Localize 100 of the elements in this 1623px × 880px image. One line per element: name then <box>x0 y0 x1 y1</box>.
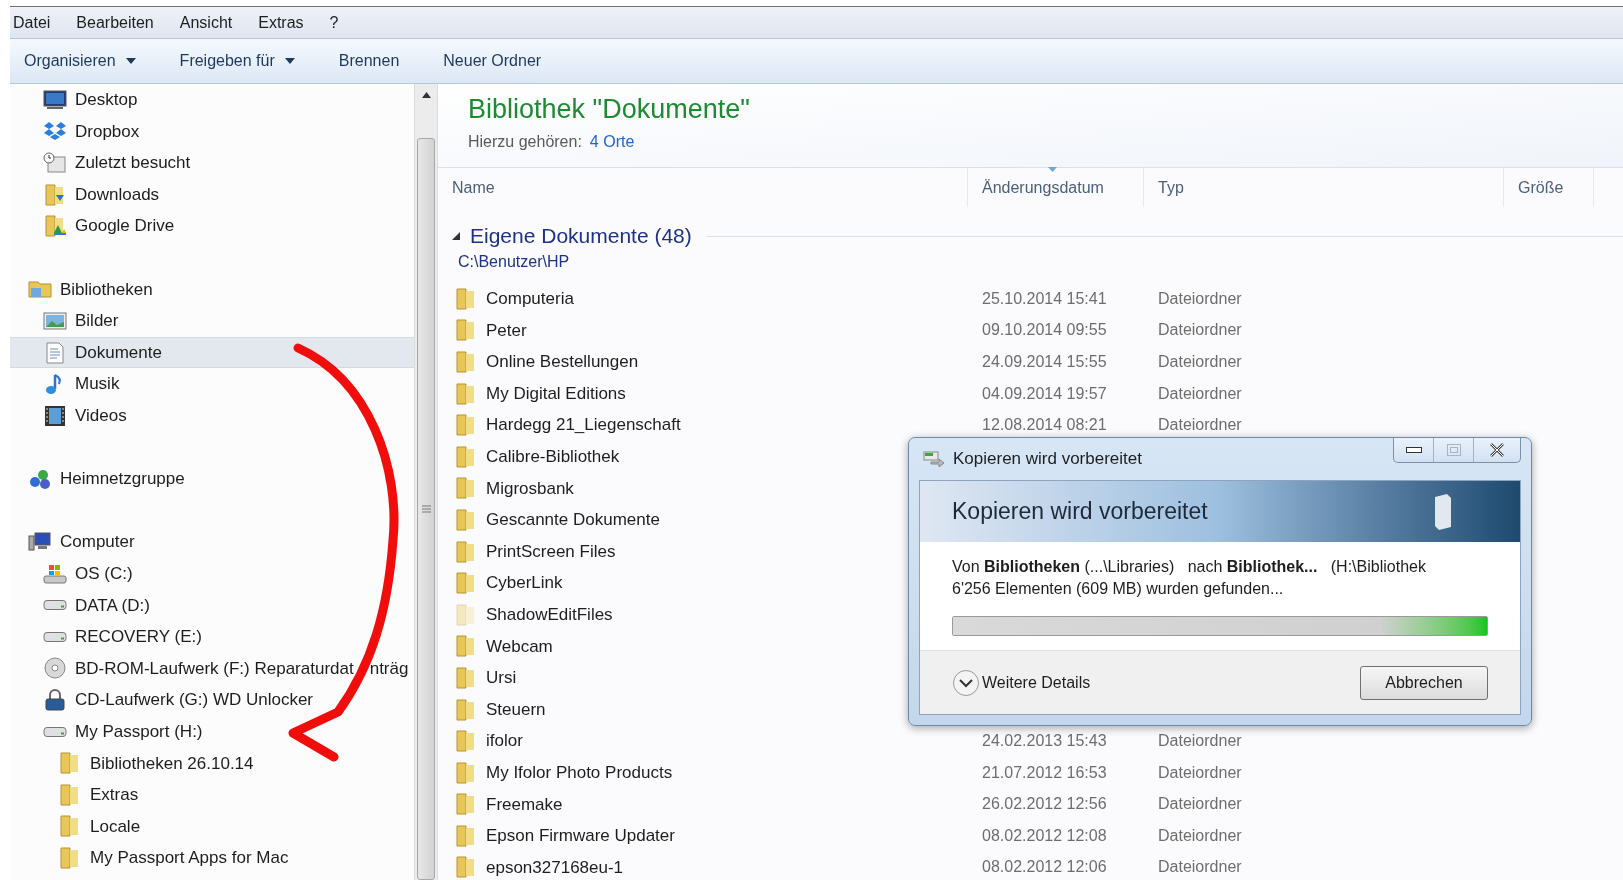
modified-date: 24.09.2014 15:55 <box>982 353 1107 370</box>
toolbar-button[interactable]: Brennen <box>338 49 400 73</box>
modified-date: 12.08.2014 08:21 <box>982 416 1107 434</box>
group-title[interactable]: Eigene Dokumente (48) <box>470 220 692 252</box>
sidebar-item[interactable]: Bibliotheken 26.10.14 <box>10 747 414 780</box>
file-name[interactable]: My Ifolor Photo Products <box>486 759 673 786</box>
sidebar-item[interactable]: Bibliotheken <box>10 273 414 306</box>
sidebar-item[interactable]: Videos <box>10 399 414 432</box>
clock-document-icon <box>43 152 67 174</box>
sidebar-item[interactable]: Musik <box>10 368 414 400</box>
file-name[interactable]: Ursi <box>486 665 517 691</box>
more-details-button[interactable]: Weitere Details <box>952 668 1091 697</box>
modified-date: 08.02.2012 12:06 <box>982 858 1107 876</box>
monitor-icon <box>43 88 67 111</box>
file-name[interactable]: Calibre-Bibliothek <box>486 444 620 470</box>
scrollbar-thumb[interactable] <box>417 138 435 880</box>
copy-route-text: Von Bibliotheken (...\Libraries) nach Bibliothek... (H:\Bibliothek <box>952 557 1427 577</box>
file-name[interactable]: Peter <box>486 317 527 344</box>
file-name[interactable]: Computeria <box>486 286 574 312</box>
menu-item[interactable]: Extras <box>258 10 304 35</box>
collapse-triangle-icon[interactable] <box>452 232 460 240</box>
drive-windows-icon <box>43 562 67 585</box>
computer-icon <box>28 531 52 554</box>
file-name[interactable]: Gescannte Dokumente <box>486 507 660 533</box>
network-spheres-icon <box>28 467 52 490</box>
sidebar-item[interactable]: My Passport (H:) <box>10 715 414 748</box>
file-type: Dateiordner <box>1158 321 1242 339</box>
sidebar-item[interactable]: My Passport Apps for Mac <box>10 842 414 874</box>
sidebar-item[interactable]: Desktop <box>10 84 414 116</box>
menu-item[interactable]: Datei <box>13 10 51 35</box>
column-header[interactable]: Änderungsdatum <box>968 168 1144 207</box>
maximize-icon <box>1446 444 1461 456</box>
file-type: Dateiordner <box>1158 416 1242 434</box>
sidebar-item[interactable]: Dropbox <box>10 115 414 148</box>
file-type: Dateiordner <box>1158 763 1242 781</box>
close-icon <box>1489 443 1505 457</box>
sidebar-item[interactable]: OS (C:) <box>10 557 414 590</box>
sidebar-item[interactable]: Downloads <box>10 178 414 211</box>
file-name[interactable]: Steuern <box>486 696 546 723</box>
caret-icon <box>284 58 295 64</box>
sidebar-item[interactable]: Google Drive <box>10 210 414 242</box>
sidebar-item[interactable]: Locale <box>10 810 414 843</box>
sidebar-item[interactable]: BD-ROM-Laufwerk (F:) Reparaturdat nträg <box>10 652 414 685</box>
file-name[interactable]: My Digital Editions <box>486 380 626 407</box>
toolbar-button[interactable]: Neuer Ordner <box>443 49 542 73</box>
file-type: Dateiordner <box>1158 384 1242 402</box>
sidebar-item[interactable]: Zuletzt besucht <box>10 147 414 179</box>
file-name[interactable]: Freemake <box>486 791 563 818</box>
label-fragment: nträg <box>369 657 409 680</box>
dialog-heading: Kopieren wird vorbereitet <box>952 497 1208 527</box>
drive-icon <box>43 600 67 611</box>
sidebar-item[interactable]: Computer <box>10 526 414 558</box>
modified-date: 08.02.2012 12:08 <box>982 826 1107 844</box>
group-path[interactable]: C:\Benutzer\HP <box>452 250 570 276</box>
file-name[interactable]: ShadowEditFiles <box>486 602 613 628</box>
picture-icon <box>43 309 67 332</box>
file-type: Dateiordner <box>1158 858 1242 876</box>
film-strip-icon <box>43 404 67 427</box>
menu-item[interactable]: Ansicht <box>179 10 233 35</box>
file-type: Dateiordner <box>1158 353 1242 370</box>
sidebar-item[interactable]: Dokumente <box>10 336 414 369</box>
column-header[interactable]: Größe <box>1504 168 1594 207</box>
includes-label: Hierzu gehören: <box>468 132 582 152</box>
sidebar-item[interactable]: Bilder <box>10 305 414 337</box>
column-header[interactable]: Typ <box>1144 168 1504 207</box>
file-name[interactable]: Hardegg 21_Liegenschaft <box>486 412 681 438</box>
library-title: Bibliothek "Dokumente" <box>468 93 751 126</box>
library-folder-icon <box>28 278 52 301</box>
column-header[interactable]: Name <box>438 168 968 207</box>
file-name[interactable]: PrintScreen Files <box>486 538 616 565</box>
file-type: Dateiordner <box>1158 795 1242 813</box>
minimize-icon <box>1405 447 1422 453</box>
locations-link[interactable]: 4 Orte <box>589 130 635 154</box>
scrollbar[interactable] <box>414 84 438 880</box>
file-name[interactable]: ifolor <box>486 728 523 754</box>
file-name[interactable]: Migrosbank <box>486 475 574 502</box>
menu-item[interactable]: Bearbeiten <box>76 10 154 35</box>
file-name[interactable]: epson327168eu-1 <box>486 854 624 880</box>
sidebar-item[interactable]: Heimnetzgruppe <box>10 463 414 495</box>
file-name[interactable]: CyberLink <box>486 570 563 596</box>
toolbar-button[interactable]: Organisieren <box>24 49 136 73</box>
file-type: Dateiordner <box>1158 732 1242 750</box>
file-name[interactable]: Online Bestellungen <box>486 349 639 375</box>
sidebar-item[interactable]: RECOVERY (E:) <box>10 621 414 653</box>
file-type: Dateiordner <box>1158 826 1242 844</box>
modified-date: 09.10.2014 09:55 <box>982 321 1107 339</box>
document-icon <box>43 341 67 364</box>
disc-icon <box>43 657 67 680</box>
modified-date: 26.02.2012 12:56 <box>982 795 1107 813</box>
modified-date: 24.02.2013 15:43 <box>982 732 1107 750</box>
menu-item[interactable]: ? <box>329 10 339 35</box>
file-name[interactable]: Webcam <box>486 633 553 660</box>
sidebar-item[interactable]: CD-Laufwerk (G:) WD Unlocker <box>10 684 414 716</box>
file-name[interactable]: Epson Firmware Updater <box>486 823 675 849</box>
sidebar-item[interactable]: DATA (D:) <box>10 589 414 622</box>
sidebar-item[interactable]: Extras <box>10 779 414 811</box>
toolbar-button[interactable]: Freigeben für <box>179 49 295 73</box>
cancel-button[interactable]: Abbrechen <box>1360 665 1488 700</box>
copy-icon <box>923 450 945 468</box>
scroll-up-icon[interactable] <box>421 92 431 98</box>
